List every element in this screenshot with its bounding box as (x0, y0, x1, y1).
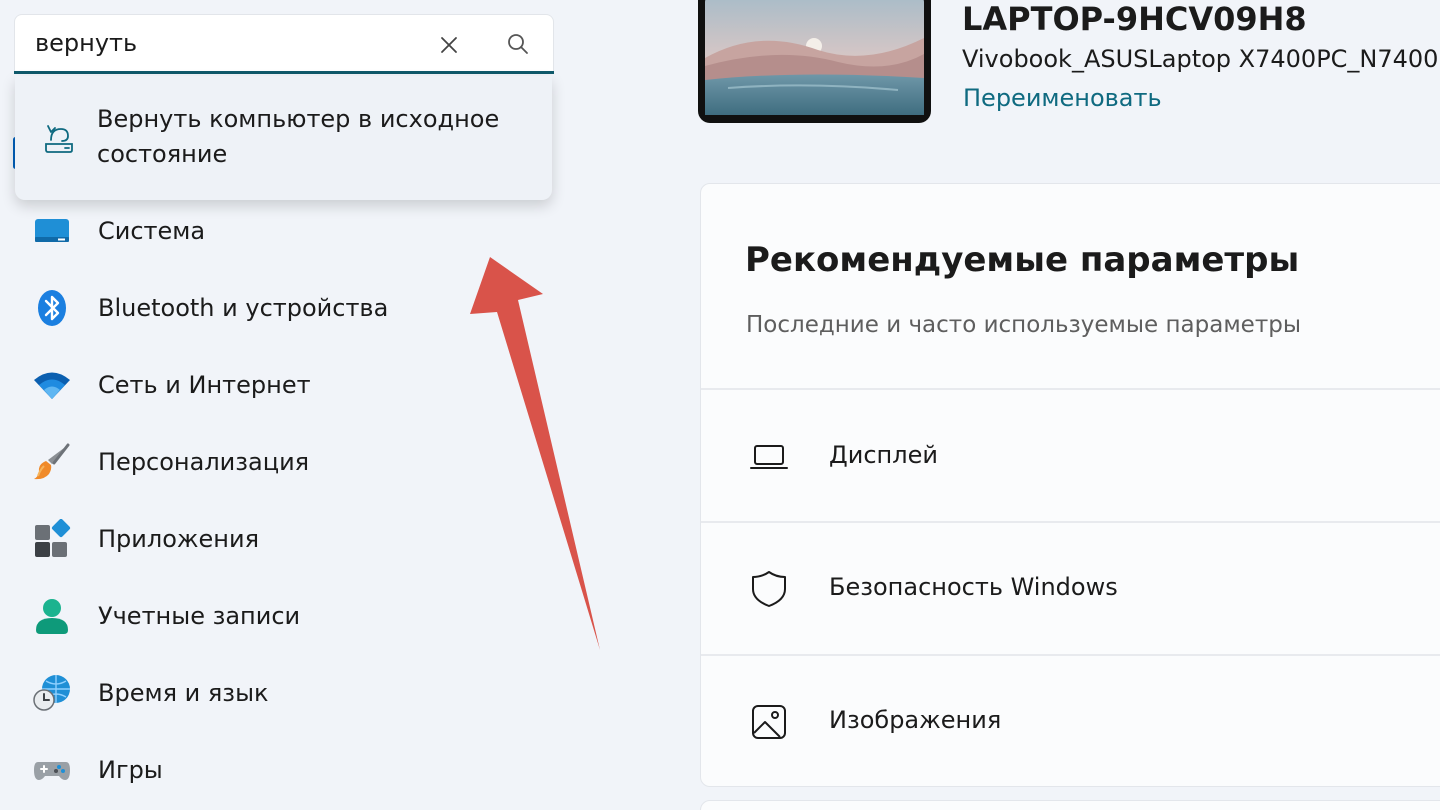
gamepad-icon (32, 750, 72, 790)
card-subtitle: Последние и часто используемые параметры (746, 312, 1301, 338)
sidebar-item-apps[interactable]: Приложения (16, 508, 536, 570)
reset-pc-icon (41, 120, 77, 156)
next-card-edge (700, 800, 1440, 810)
system-display-icon (32, 211, 72, 251)
apps-icon (32, 519, 72, 559)
wifi-icon (32, 365, 72, 405)
search-focus-underline (14, 71, 554, 74)
sidebar-item-label: Игры (98, 756, 163, 784)
sidebar-item-label: Сеть и Интернет (98, 371, 311, 399)
search-suggestions: Вернуть компьютер в исходное состояние (15, 76, 552, 200)
sidebar-item-accounts[interactable]: Учетные записи (16, 585, 536, 647)
bluetooth-icon (32, 288, 72, 328)
sidebar-item-label: Bluetooth и устройства (98, 294, 389, 322)
divider (701, 388, 1440, 390)
sidebar-item-label: Учетные записи (98, 602, 301, 630)
device-wallpaper-thumbnail (698, 0, 931, 123)
card-title: Рекомендуемые параметры (745, 240, 1300, 280)
laptop-icon (749, 437, 789, 477)
shield-icon (749, 569, 789, 609)
sidebar-item-label: Приложения (98, 525, 260, 553)
recommended-row-display[interactable]: Дисплей (701, 391, 1440, 521)
brush-icon (32, 442, 72, 482)
close-icon[interactable] (437, 33, 461, 57)
rename-link[interactable]: Переименовать (963, 84, 1162, 112)
recommended-row-images[interactable]: Изображения (701, 656, 1440, 786)
search-icon[interactable] (505, 31, 531, 57)
sidebar-item-network[interactable]: Сеть и Интернет (16, 354, 536, 416)
row-label: Безопасность Windows (829, 573, 1118, 601)
time-language-icon (32, 673, 72, 713)
row-label: Изображения (829, 706, 1002, 734)
device-model: Vivobook_ASUSLaptop X7400PC_N7400P (962, 45, 1440, 73)
image-icon (749, 702, 789, 742)
account-icon (32, 596, 72, 636)
sidebar-item-bluetooth[interactable]: Bluetooth и устройства (16, 277, 536, 339)
settings-window: LAPTOP-9HCV09H8 Vivobook_ASUSLaptop X740… (0, 0, 1440, 810)
suggestion-label: Вернуть компьютер в исходное состояние (97, 105, 500, 168)
sidebar-item-gaming[interactable]: Игры (16, 739, 536, 801)
sidebar-item-label: Время и язык (98, 679, 269, 707)
row-label: Дисплей (829, 441, 938, 469)
sidebar-item-system[interactable]: Система (16, 200, 536, 262)
search-box (14, 14, 554, 74)
recommended-settings-card: Рекомендуемые параметры Последние и част… (700, 183, 1440, 787)
search-input[interactable] (35, 29, 415, 57)
device-name: LAPTOP-9HCV09H8 (962, 0, 1307, 38)
sidebar-item-label: Система (98, 217, 206, 245)
sidebar-item-label: Персонализация (98, 448, 310, 476)
sidebar-item-time-language[interactable]: Время и язык (16, 662, 536, 724)
recommended-row-security[interactable]: Безопасность Windows (701, 523, 1440, 653)
sidebar-item-personalization[interactable]: Персонализация (16, 431, 536, 493)
suggestion-reset-pc[interactable]: Вернуть компьютер в исходное состояние (15, 76, 552, 200)
